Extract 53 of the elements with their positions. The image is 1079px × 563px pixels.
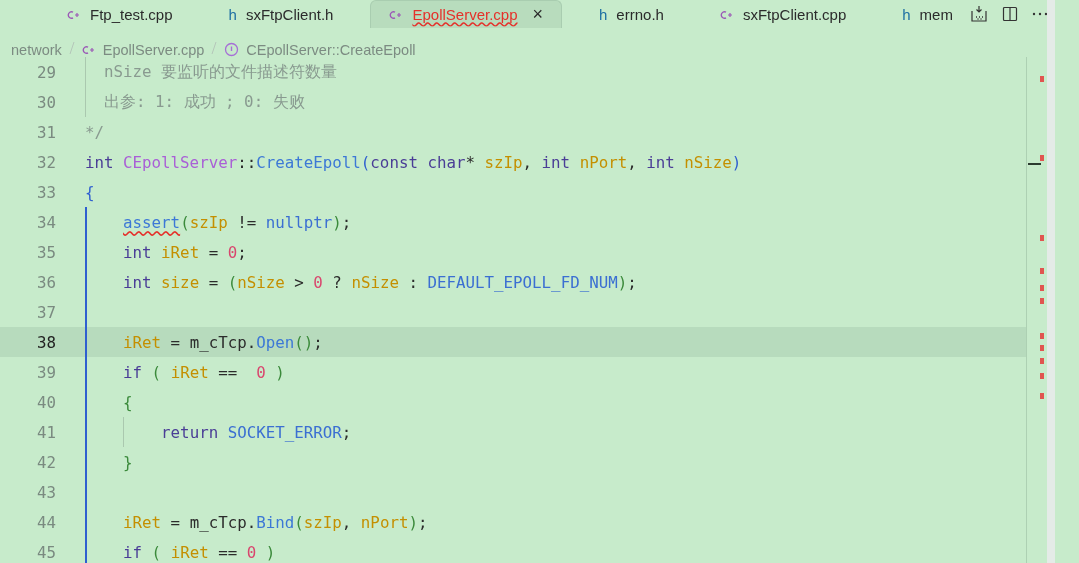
line-number: 44 (35, 512, 56, 532)
comment-line: 出参: 1: 成功 ; 0: 失败 (103, 91, 305, 113)
cpp-file-icon (719, 9, 734, 20)
code-line: iRet = m_cTcp.Bind(szIp, nPort); (122, 512, 428, 532)
line-number: 33 (35, 182, 56, 202)
line-number: 41 (35, 422, 56, 442)
editor-tab[interactable]: EpollServer.cpp × (370, 0, 562, 28)
slash-icon (68, 41, 75, 55)
line-number: 35 (35, 242, 56, 262)
line-number: 42 (35, 452, 56, 472)
line-number: 40 (35, 392, 56, 412)
comment-line: nSize 要监听的文件描述符数量 (103, 61, 338, 83)
line-number: 31 (35, 122, 56, 142)
split-editor-icon[interactable] (1001, 6, 1018, 22)
line-number: 38 (35, 332, 56, 352)
close-icon[interactable]: × (532, 4, 543, 25)
cpp-file-icon (67, 9, 81, 20)
code-line: return SOCKET_ERROR; (160, 422, 352, 442)
editor-tab[interactable]: sxFtpClient.cpp (700, 0, 866, 28)
line-number: 34 (35, 212, 56, 232)
symbol-icon (224, 42, 240, 57)
code-line: { (85, 182, 95, 202)
line-number: 37 (35, 302, 56, 322)
header-file-icon: h (599, 6, 608, 23)
code-line: } (122, 452, 133, 472)
code-line: if ( iRet == 0 ) (122, 542, 276, 562)
code-line: int size = (nSize > 0 ? nSize : DEFAULT_EPOLL_FD_NUM); (122, 272, 637, 292)
line-number: 45 (35, 542, 56, 562)
editor-tab[interactable]: Ftp_test.cpp (48, 0, 192, 28)
code-line: int iRet = 0; (122, 242, 247, 262)
line-number: 43 (35, 482, 56, 502)
header-file-icon: h (228, 6, 237, 23)
line-number: 36 (35, 272, 56, 292)
code-line: if ( iRet == 0 ) (122, 362, 285, 382)
scrollbar[interactable] (1047, 0, 1055, 563)
header-file-icon: h (902, 6, 911, 23)
line-number: 32 (35, 152, 56, 172)
line-number: 39 (35, 362, 56, 382)
line-number: 29 (35, 62, 56, 82)
code-line: int CEpollServer::CreateEpoll(const char* szIp, int nPort, int nSize) (85, 152, 742, 172)
cpp-file-icon (81, 44, 96, 55)
editor-tab[interactable]: h mem (883, 0, 960, 28)
download-icon[interactable] (969, 5, 988, 23)
editor-tab[interactable]: h sxFtpClient.h (209, 0, 353, 28)
more-icon[interactable] (1031, 12, 1047, 16)
cpp-file-icon (389, 9, 404, 20)
code-line: assert(szIp != nullptr); (122, 212, 352, 232)
slash-icon (211, 41, 218, 55)
editor-tab[interactable]: h errno.h (580, 0, 683, 28)
line-number: 30 (35, 92, 56, 112)
code-line: { (122, 392, 133, 412)
code-line: iRet = m_cTcp.Open(); (122, 332, 323, 352)
comment-line: */ (85, 122, 105, 142)
